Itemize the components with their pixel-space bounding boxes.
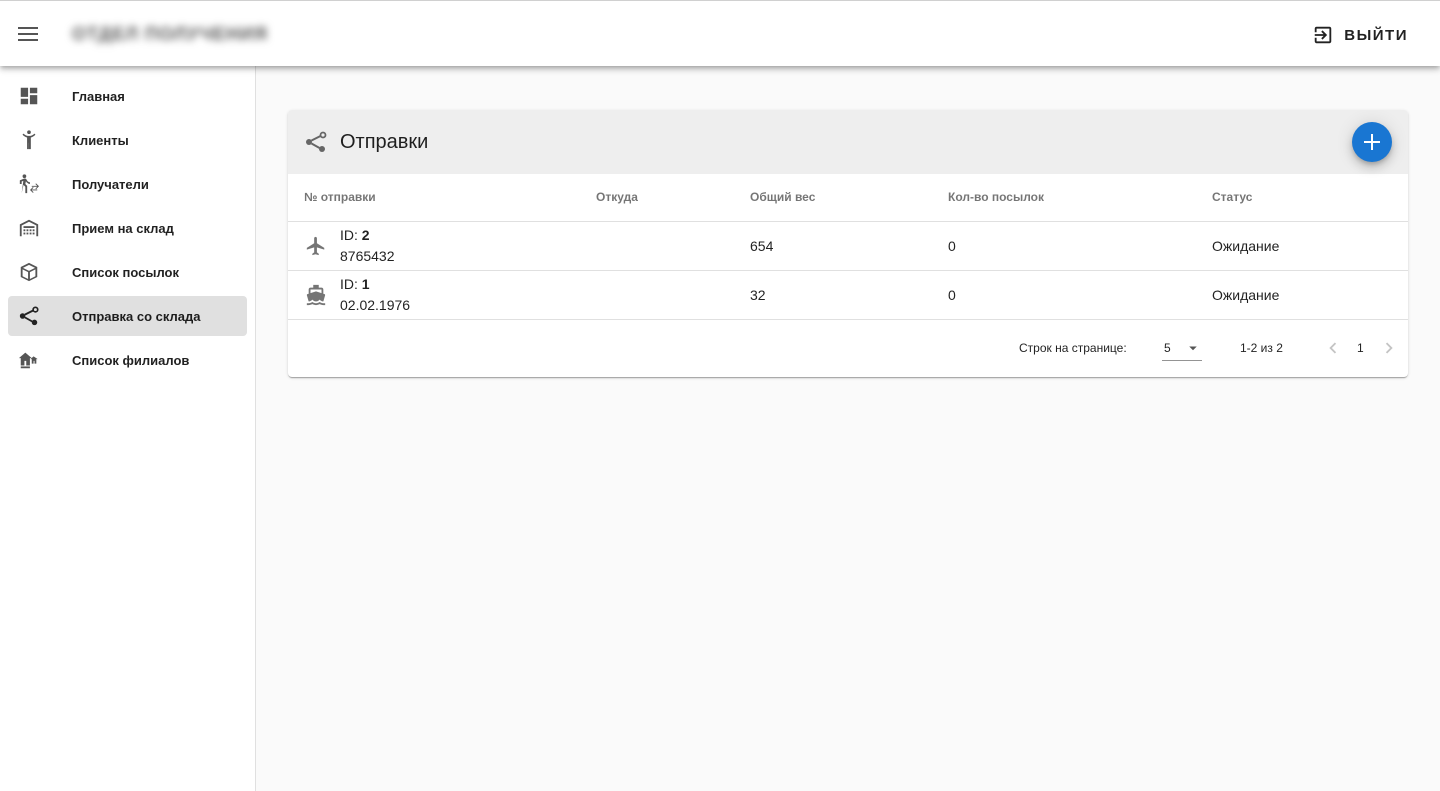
previous-page-button[interactable] (1322, 336, 1344, 360)
package-icon (17, 260, 41, 284)
share-route-icon (17, 304, 41, 328)
table-row[interactable]: ID: 2 8765432 654 0 Ожидание (288, 221, 1408, 271)
share-route-icon (306, 131, 327, 152)
warehouse-icon (17, 216, 41, 240)
page-title: Отправки (340, 131, 429, 153)
logout-icon (1315, 26, 1332, 44)
column-header-number[interactable]: № отправки (288, 174, 596, 222)
chevron-right-icon (1385, 342, 1393, 354)
menu-button[interactable] (12, 18, 44, 50)
airplane-icon (304, 234, 328, 258)
shipments-table: № отправки Откуда Общий вес Кол-во посыл… (288, 174, 1408, 320)
sidebar-item-shipping[interactable]: Отправка со склада (8, 296, 247, 336)
dashboard-icon (17, 84, 41, 108)
rows-per-page-label: Строк на странице: (1019, 341, 1127, 355)
person-icon (17, 128, 41, 152)
sidebar-item-label: Клиенты (72, 132, 129, 148)
menu-icon (18, 27, 38, 41)
sidebar-item-packages[interactable]: Список посылок (8, 252, 247, 292)
nav-list: Главная Клиенты Получатели Прием на скла… (0, 66, 255, 380)
brand-title: ОТДЕЛ ПОЛУЧЕНИЯ (72, 24, 268, 44)
cell-count: 0 (948, 221, 1212, 271)
id-prefix: ID: (340, 226, 362, 243)
rows-per-page-value: 5 (1164, 341, 1171, 355)
app-bar: ОТДЕЛ ПОЛУЧЕНИЯ ВЫЙТИ (0, 0, 1440, 66)
sidebar-item-recipients[interactable]: Получатели (8, 164, 247, 204)
shipment-subtitle: 02.02.1976 (340, 296, 411, 313)
add-shipment-button[interactable] (1352, 122, 1392, 162)
cell-weight: 654 (750, 221, 948, 271)
sidebar-item-clients[interactable]: Клиенты (8, 120, 247, 160)
logout-button[interactable]: ВЫЙТИ (1300, 18, 1420, 52)
ship-icon (304, 283, 328, 307)
rows-per-page-select[interactable]: 5 (1162, 335, 1202, 361)
column-header-status[interactable]: Статус (1212, 174, 1408, 222)
id-prefix: ID: (340, 275, 362, 292)
pagination: Строк на странице: 5 1-2 из 2 1 (288, 319, 1408, 377)
card-header: Отправки (288, 110, 1408, 174)
column-header-count[interactable]: Кол-во посылок (948, 174, 1212, 222)
branches-icon (17, 348, 41, 372)
table-row[interactable]: ID: 1 02.02.1976 32 0 Ожидание (288, 270, 1408, 320)
chevron-left-icon (1329, 342, 1337, 354)
sidebar-item-warehouse-intake[interactable]: Прием на склад (8, 208, 247, 248)
shipments-card: Отправки № отправки Откуда Общий вес Кол… (288, 110, 1408, 377)
column-header-weight[interactable]: Общий вес (750, 174, 948, 222)
sidebar-item-branches[interactable]: Список филиалов (8, 340, 247, 380)
shipment-id: 1 (361, 275, 370, 292)
sidebar-item-label: Получатели (72, 176, 149, 192)
cell-weight: 32 (750, 270, 948, 320)
cell-number: ID: 1 02.02.1976 (288, 270, 596, 320)
cell-status: Ожидание (1212, 221, 1408, 271)
column-header-from[interactable]: Откуда (596, 174, 750, 222)
current-page: 1 (1357, 341, 1364, 355)
sidebar-item-label: Список филиалов (72, 352, 190, 368)
dropdown-arrow-icon (1189, 346, 1197, 351)
shipment-subtitle: 8765432 (340, 247, 395, 264)
cell-from (596, 270, 750, 320)
plus-icon (1364, 134, 1380, 150)
transfer-person-icon (17, 172, 41, 196)
cell-status: Ожидание (1212, 270, 1408, 320)
sidebar-item-label: Прием на склад (72, 220, 174, 236)
sidebar-item-label: Отправка со склада (72, 308, 201, 324)
logout-label: ВЫЙТИ (1344, 26, 1408, 44)
sidebar: Главная Клиенты Получатели Прием на скла… (0, 66, 256, 791)
next-page-button[interactable] (1378, 336, 1400, 360)
cell-number: ID: 2 8765432 (288, 221, 596, 271)
sidebar-item-label: Список посылок (72, 264, 180, 280)
table-header-row: № отправки Откуда Общий вес Кол-во посыл… (288, 174, 1408, 222)
cell-count: 0 (948, 270, 1212, 320)
sidebar-item-label: Главная (72, 88, 125, 104)
shipment-id: 2 (361, 226, 370, 243)
sidebar-item-home[interactable]: Главная (8, 76, 247, 116)
pagination-range: 1-2 из 2 (1240, 341, 1283, 355)
cell-from (596, 221, 750, 271)
